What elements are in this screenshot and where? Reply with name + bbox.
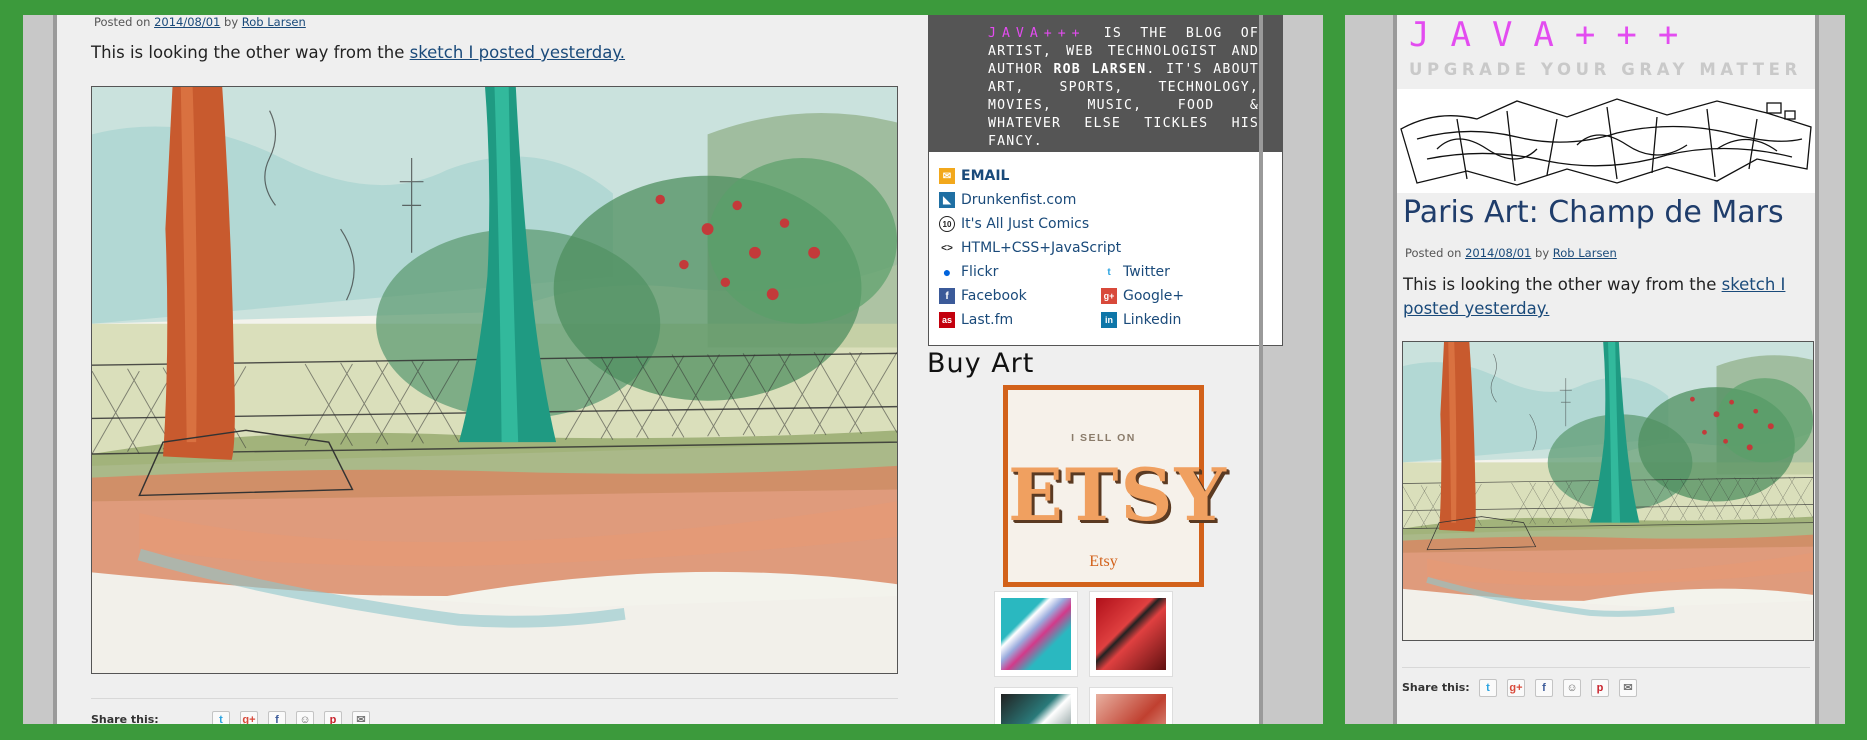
share-label: Share this: [1402, 681, 1470, 694]
twitter-icon[interactable]: t [212, 711, 230, 724]
linkedin-link-label: Linkedin [1123, 312, 1182, 328]
twitter-icon[interactable]: t [1479, 679, 1497, 697]
about-brand: JAVA+++ [988, 26, 1086, 41]
flickr-icon: ● [942, 264, 952, 280]
email-icon[interactable]: ✉ [1619, 679, 1637, 697]
comics-link-label: It's All Just Comics [961, 216, 1090, 232]
etsy-caption: Etsy [1089, 553, 1118, 570]
facebook-icon[interactable]: f [268, 711, 286, 724]
facebook-icon[interactable]: f [1535, 679, 1553, 697]
posted-on-label: Posted on [1405, 246, 1462, 260]
reddit-icon[interactable]: ☺ [1563, 679, 1581, 697]
drunkenfist-link-label: Drunkenfist.com [961, 192, 1077, 208]
lead-text: This is looking the other way from the [1403, 275, 1717, 294]
page-content: Posted on 2014/08/01 by Rob Larsen This … [57, 15, 1283, 724]
desktop-view: Posted on 2014/08/01 by Rob Larsen This … [23, 15, 1323, 724]
linkedin-link[interactable]: in Linkedin [1101, 308, 1263, 332]
linkedin-icon: in [1101, 312, 1117, 328]
about-author: Rob Larsen [1053, 62, 1147, 77]
art-thumbnail[interactable] [994, 591, 1078, 677]
by-label: by [1535, 246, 1550, 260]
buy-art-heading: Buy Art [927, 348, 1035, 379]
email-link-label: EMAIL [961, 168, 1010, 184]
art-thumbnail-image [1001, 598, 1071, 670]
sketch-link[interactable]: sketch I posted yesterday. [410, 43, 625, 62]
envelope-icon: ✉ [939, 168, 955, 184]
lastfm-icon: as [939, 312, 955, 328]
flickr-link[interactable]: ● Flickr [939, 260, 1101, 284]
email-icon[interactable]: ✉ [352, 711, 370, 724]
code-icon: <> [941, 242, 953, 254]
art-thumbnail-image [1096, 598, 1166, 670]
post-lead: This is looking the other way from the s… [91, 43, 625, 62]
lastfm-link[interactable]: as Last.fm [939, 308, 1101, 332]
by-label: by [224, 15, 239, 29]
graffiti-banner [1397, 89, 1815, 193]
twitter-link-label: Twitter [1123, 264, 1170, 280]
about-box: JAVA+++ is the blog of artist, web techn… [928, 15, 1283, 152]
art-thumbnail[interactable] [1089, 591, 1173, 677]
google-plus-icon[interactable]: g+ [240, 711, 258, 724]
post-author-link[interactable]: Rob Larsen [242, 15, 306, 29]
etsy-sell-label: I SELL ON [1071, 432, 1136, 444]
lead-text: This is looking the other way from the [91, 43, 405, 62]
mobile-page-content: JAVA+++ UPGRADE YOUR GRAY MATTER Paris A… [1397, 15, 1815, 724]
art-thumbnail[interactable] [1089, 687, 1173, 724]
flickr-link-label: Flickr [961, 264, 999, 280]
googleplus-link-label: Google+ [1123, 288, 1185, 304]
share-icons: t g+ f ☺ p ✉ [212, 711, 370, 724]
post-date-link[interactable]: 2014/08/01 [1465, 246, 1531, 260]
sketch-link-line-2: posted yesterday. [1403, 299, 1550, 318]
mobile-post-meta: Posted on 2014/08/01 by Rob Larsen [1405, 246, 1617, 260]
comics-link[interactable]: 10 It's All Just Comics [939, 212, 1282, 236]
pinterest-icon[interactable]: p [324, 711, 342, 724]
painting-image [92, 87, 897, 673]
googleplus-link[interactable]: g+ Google+ [1101, 284, 1263, 308]
email-link[interactable]: ✉ EMAIL [939, 164, 1282, 188]
site-tagline: UPGRADE YOUR GRAY MATTER [1409, 60, 1802, 79]
mobile-post-painting[interactable] [1402, 341, 1814, 641]
sketch-link-line-1: sketch I [1721, 275, 1786, 294]
etsy-badge[interactable]: I SELL ON ETSY Etsy [1003, 385, 1228, 587]
art-thumbnail-image [1001, 694, 1071, 724]
graffiti-banner-image [1400, 98, 1812, 186]
reddit-icon[interactable]: ☺ [296, 711, 314, 724]
etsy-logo-text: ETSY [1008, 452, 1228, 537]
post-author-link[interactable]: Rob Larsen [1553, 246, 1617, 260]
social-links-box: ✉ EMAIL ◣ Drunkenfist.com 10 It's All Ju… [928, 152, 1283, 346]
posted-on-label: Posted on [94, 15, 151, 29]
post-title[interactable]: Paris Art: Champ de Mars [1403, 195, 1784, 230]
facebook-link-label: Facebook [961, 288, 1027, 304]
post-meta: Posted on 2014/08/01 by Rob Larsen [94, 15, 306, 29]
art-thumbnail[interactable] [994, 687, 1078, 724]
art-thumbnail-image [1096, 694, 1166, 724]
share-divider [1402, 667, 1810, 668]
google-plus-icon: g+ [1101, 288, 1117, 304]
post-date-link[interactable]: 2014/08/01 [154, 15, 220, 29]
google-plus-icon[interactable]: g+ [1507, 679, 1525, 697]
pinterest-icon[interactable]: p [1591, 679, 1609, 697]
mobile-right-rail [1815, 15, 1819, 724]
facebook-icon: f [939, 288, 955, 304]
twitter-icon: t [1107, 266, 1111, 278]
share-divider [91, 698, 898, 699]
twitter-link[interactable]: t Twitter [1101, 260, 1263, 284]
mobile-view: JAVA+++ UPGRADE YOUR GRAY MATTER Paris A… [1345, 15, 1845, 724]
html-link-label: HTML+CSS+JavaScript [961, 240, 1122, 256]
facebook-link[interactable]: f Facebook [939, 284, 1101, 308]
share-icons: t g+ f ☺ p ✉ [1479, 679, 1637, 697]
drunkenfist-link[interactable]: ◣ Drunkenfist.com [939, 188, 1282, 212]
site-logo[interactable]: JAVA+++ [1409, 15, 1699, 55]
share-label: Share this: [91, 713, 159, 724]
html-link[interactable]: <> HTML+CSS+JavaScript [939, 236, 1282, 260]
drunkenfist-icon: ◣ [939, 192, 955, 208]
right-page-rail [1259, 15, 1263, 724]
comics-icon: 10 [939, 216, 955, 232]
lastfm-link-label: Last.fm [961, 312, 1014, 328]
painting-image [1403, 342, 1813, 640]
mobile-post-lead: This is looking the other way from the s… [1403, 273, 1803, 321]
post-painting[interactable] [91, 86, 898, 674]
